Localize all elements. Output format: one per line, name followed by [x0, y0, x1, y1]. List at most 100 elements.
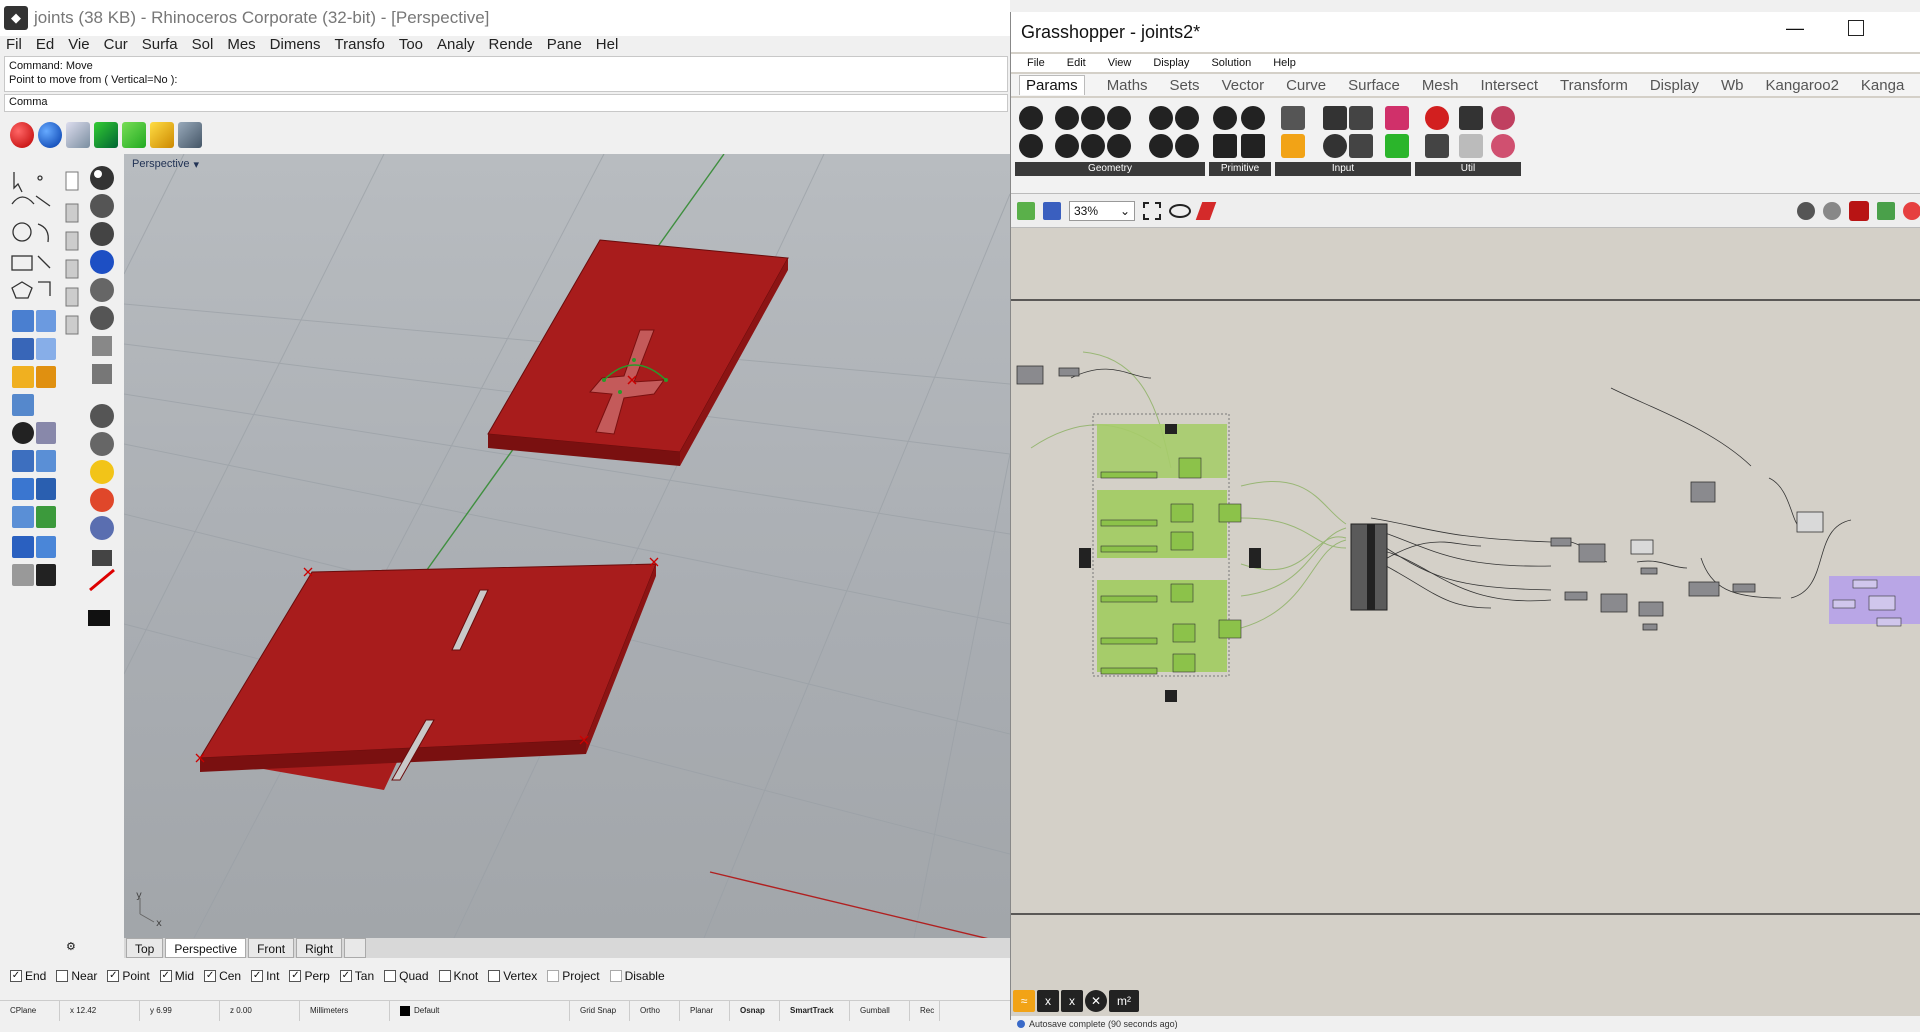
save-file-icon[interactable]	[1043, 201, 1061, 220]
menu-file[interactable]: Fil	[6, 36, 22, 56]
gh-tab-kangaroo[interactable]: Kanga	[1861, 77, 1904, 94]
checkbox-icon[interactable]	[488, 970, 501, 982]
osnap-cen[interactable]: ✓ Cen	[204, 969, 241, 983]
viewport-settings-gear-icon[interactable]: ⚙	[66, 940, 82, 956]
boolean-param-icon[interactable]	[1213, 106, 1237, 130]
preview-mesh-icon[interactable]	[1797, 201, 1815, 220]
preview-shaded-icon[interactable]	[1849, 200, 1869, 221]
circle-param-icon[interactable]	[1055, 106, 1079, 130]
gh-tab-intersect[interactable]: Intersect	[1481, 77, 1539, 94]
integer-param-icon[interactable]	[1213, 134, 1237, 158]
point-param-icon[interactable]	[1019, 134, 1043, 158]
graph-icon[interactable]: ≈	[1013, 990, 1035, 1012]
camera-icon[interactable]	[178, 122, 202, 148]
tab-perspective[interactable]: Perspective	[165, 938, 247, 958]
x-button-1[interactable]: x	[1037, 990, 1059, 1012]
mesh-param-icon[interactable]	[1175, 106, 1199, 130]
field-param-icon[interactable]	[1175, 134, 1199, 158]
material-sphere-icon[interactable]	[38, 122, 62, 148]
preview-eye-icon[interactable]	[1169, 203, 1191, 218]
slider-group-1[interactable]	[1097, 424, 1227, 479]
gh-menu-view[interactable]: View	[1108, 57, 1132, 69]
x-button-2[interactable]: x	[1061, 990, 1083, 1012]
tab-right[interactable]: Right	[296, 938, 343, 958]
menu-dimension[interactable]: Dimens	[270, 36, 321, 56]
text-param-icon[interactable]	[1241, 134, 1265, 158]
line-param-icon[interactable]	[1055, 134, 1079, 158]
slider-group-3[interactable]	[1097, 580, 1242, 675]
gh-tab-transform[interactable]: Transform	[1560, 77, 1628, 94]
status-record[interactable]: Rec	[910, 1000, 940, 1021]
viewport-menu-arrow-icon[interactable]: ▾	[193, 158, 199, 171]
osnap-perp[interactable]: ✓ Perp	[289, 969, 330, 983]
menu-surface[interactable]: Surfa	[142, 36, 178, 56]
checkbox-icon[interactable]: ✓	[204, 970, 217, 982]
osnap-mid[interactable]: ✓ Mid	[159, 969, 194, 983]
checkbox-icon[interactable]	[609, 970, 622, 982]
command-input[interactable]: Comma	[4, 94, 1008, 112]
menu-curve[interactable]: Cur	[104, 36, 128, 56]
value-list-icon[interactable]	[1349, 134, 1373, 158]
menu-view[interactable]: Vie	[68, 36, 89, 56]
zoom-extents-icon[interactable]	[1143, 201, 1161, 220]
menu-panels[interactable]: Pane	[547, 36, 582, 56]
close-circle-icon[interactable]: ✕	[1085, 990, 1107, 1012]
zoom-select[interactable]: 33% ⌄	[1069, 200, 1135, 221]
menu-tools[interactable]: Too	[399, 36, 423, 56]
render-sphere-icon[interactable]	[10, 122, 34, 148]
toggle-input-icon[interactable]	[1323, 106, 1347, 130]
gh-tab-surface[interactable]: Surface	[1348, 77, 1400, 94]
box-param-icon[interactable]	[1149, 134, 1173, 158]
checkbox-icon[interactable]: ✓	[251, 970, 264, 982]
status-layer[interactable]: Default	[390, 1000, 570, 1021]
gh-menu-solution[interactable]: Solution	[1211, 57, 1251, 69]
gh-menu-file[interactable]: File	[1027, 57, 1045, 69]
checkbox-icon[interactable]: ✓	[107, 970, 120, 982]
matrix-input-icon[interactable]	[1385, 134, 1409, 158]
preview-selected-icon[interactable]	[1877, 201, 1895, 220]
gh-menu-help[interactable]: Help	[1273, 57, 1296, 69]
slider-input-icon[interactable]	[1349, 106, 1373, 130]
osnap-disable[interactable]: Disable	[609, 969, 665, 983]
gh-tab-maths[interactable]: Maths	[1107, 77, 1148, 94]
gh-tab-kangaroo2[interactable]: Kangaroo2	[1766, 77, 1839, 94]
gh-tab-vector[interactable]: Vector	[1222, 77, 1265, 94]
menu-analyze[interactable]: Analy	[437, 36, 475, 56]
panel-input-icon[interactable]	[1281, 106, 1305, 130]
checkbox-icon[interactable]: ✓	[339, 970, 352, 982]
arc-param-icon[interactable]	[1081, 134, 1105, 158]
osnap-quad[interactable]: Quad	[384, 969, 429, 983]
purple-group[interactable]	[1829, 576, 1920, 627]
status-units[interactable]: Millimeters	[300, 1000, 390, 1021]
sketch-pen-icon[interactable]	[1195, 201, 1217, 220]
osnap-vertex[interactable]: Vertex	[488, 969, 537, 983]
checkbox-icon[interactable]: ✓	[10, 970, 22, 982]
status-grid-snap[interactable]: Grid Snap	[570, 1000, 630, 1021]
checkbox-icon[interactable]	[547, 970, 560, 982]
menu-transform[interactable]: Transfo	[335, 36, 385, 56]
menu-edit[interactable]: Ed	[36, 36, 54, 56]
cube-green-icon[interactable]	[94, 122, 118, 148]
osnap-end[interactable]: ✓ End	[10, 969, 46, 983]
gh-tab-sets[interactable]: Sets	[1170, 77, 1200, 94]
status-ortho[interactable]: Ortho	[630, 1000, 680, 1021]
gh-menu-edit[interactable]: Edit	[1067, 57, 1086, 69]
geometry-param-icon[interactable]	[1019, 106, 1043, 130]
area-button[interactable]: m²	[1109, 990, 1139, 1012]
brep-param-icon[interactable]	[1149, 106, 1173, 130]
preview-wire-icon[interactable]	[1823, 201, 1841, 220]
gh-tab-wb[interactable]: Wb	[1721, 77, 1744, 94]
status-smarttrack[interactable]: SmartTrack	[780, 1000, 850, 1021]
checkbox-icon[interactable]: ✓	[289, 970, 302, 982]
graph-mapper-icon[interactable]	[1281, 134, 1305, 158]
preview-color-icon[interactable]	[1903, 201, 1920, 220]
top-plate[interactable]	[487, 239, 789, 466]
perspective-viewport[interactable]: y x Perspective ▾	[124, 154, 1010, 938]
osnap-tan[interactable]: ✓ Tan	[339, 969, 374, 983]
checkbox-icon[interactable]	[56, 970, 69, 982]
menu-solid[interactable]: Sol	[192, 36, 214, 56]
data-dam-icon[interactable]	[1491, 106, 1515, 130]
gradient-input-icon[interactable]	[1385, 106, 1409, 130]
curve-param-icon[interactable]	[1081, 106, 1105, 130]
status-osnap[interactable]: Osnap	[730, 1000, 780, 1021]
